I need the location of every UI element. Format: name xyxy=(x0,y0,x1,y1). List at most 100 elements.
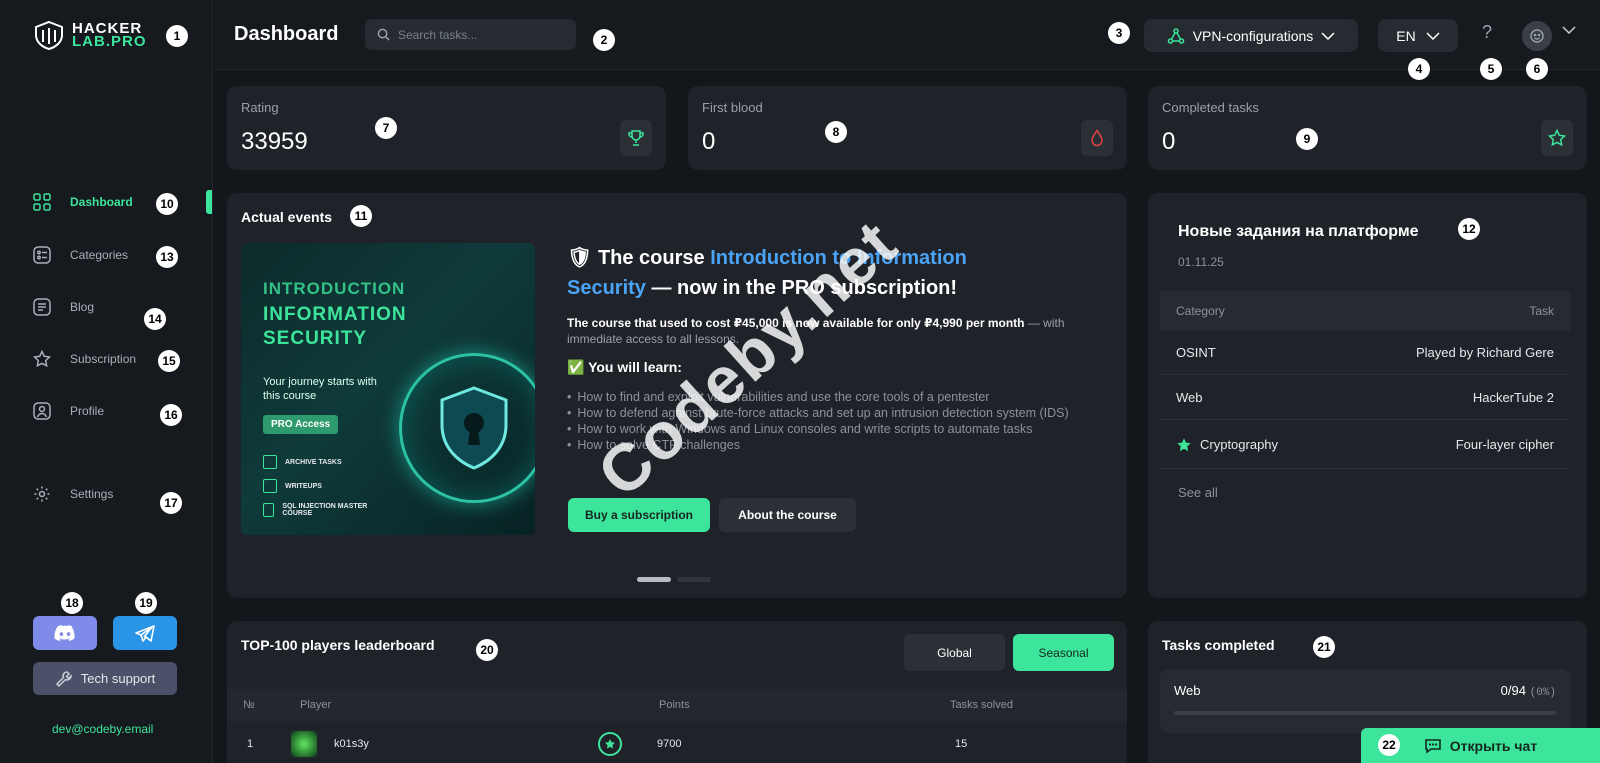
annotation-badge: 19 xyxy=(135,592,157,614)
gear-icon xyxy=(32,484,52,504)
telegram-button[interactable] xyxy=(113,616,177,650)
annotation-badge: 11 xyxy=(350,205,372,227)
annotation-badge: 1 xyxy=(166,25,188,47)
page-title: Dashboard xyxy=(234,23,339,45)
actual-events-card: Actual events INTRODUCTION INFORMATION S… xyxy=(227,193,1127,598)
see-all-link[interactable]: See all xyxy=(1178,485,1218,500)
logo[interactable]: HACKER LAB.PRO xyxy=(32,20,147,50)
language-dropdown[interactable]: EN xyxy=(1378,19,1458,52)
annotation-badge: 15 xyxy=(158,350,180,372)
annotation-badge: 9 xyxy=(1296,128,1318,150)
sidebar-item-profile[interactable]: Profile xyxy=(32,401,104,421)
annotation-badge: 3 xyxy=(1108,22,1130,44)
list-item: How to work with Windows and Linux conso… xyxy=(567,421,1087,437)
table-row[interactable]: 1 k01s3y 9700 15 xyxy=(227,721,1127,763)
star-icon xyxy=(1541,120,1573,156)
subscription-star-icon xyxy=(598,732,622,756)
progress-bar xyxy=(1174,711,1556,715)
sidebar-item-label: Blog xyxy=(70,300,95,314)
tab-seasonal[interactable]: Seasonal xyxy=(1013,634,1114,671)
avatar[interactable] xyxy=(1522,21,1552,51)
completed-tasks-label: Completed tasks xyxy=(1162,100,1259,115)
blood-drop-icon xyxy=(1081,120,1113,156)
promo-tagline: Your journey starts with this course xyxy=(263,376,377,402)
discord-icon xyxy=(54,625,75,641)
buy-subscription-button[interactable]: Buy a subscription xyxy=(568,498,710,532)
annotation-badge: 12 xyxy=(1458,218,1480,240)
player-avatar xyxy=(291,731,317,757)
first-blood-label: First blood xyxy=(702,100,763,115)
category-progress-card[interactable]: Web 0/94 (0%) xyxy=(1160,669,1570,733)
vpn-label: VPN-configurations xyxy=(1192,27,1314,44)
table-row[interactable]: Web HackerTube 2 xyxy=(1160,376,1570,420)
active-indicator xyxy=(206,190,212,214)
search-input[interactable] xyxy=(398,27,568,42)
sidebar-item-subscription[interactable]: Subscription xyxy=(32,349,136,369)
chevron-down-icon xyxy=(1321,31,1335,40)
completed-tasks-value: 0 xyxy=(1162,128,1176,155)
annotation-badge: 16 xyxy=(160,404,182,426)
network-icon xyxy=(1167,27,1184,44)
actual-events-title: Actual events xyxy=(241,209,333,225)
table-row[interactable]: OSINT Played by Richard Gere xyxy=(1160,331,1570,375)
progress-category: Web xyxy=(1174,683,1201,698)
about-course-button[interactable]: About the course xyxy=(719,498,856,532)
rating-label: Rating xyxy=(241,100,279,115)
sidebar-item-blog[interactable]: Blog xyxy=(32,297,94,317)
user-icon xyxy=(32,401,52,421)
shield-lock-icon xyxy=(399,353,535,503)
help-icon[interactable]: ? xyxy=(1482,22,1492,43)
promo-item: WRITEUPS xyxy=(263,479,322,493)
annotation-badge: 10 xyxy=(156,193,178,215)
annotation-badge: 21 xyxy=(1313,636,1335,658)
list-item: How to find and exploit vulnerabilities … xyxy=(567,389,1087,405)
support-email[interactable]: dev@codeby.email xyxy=(52,722,153,736)
table-row[interactable]: Cryptography Four-layer cipher xyxy=(1160,421,1570,469)
sidebar-item-label: Settings xyxy=(70,487,114,501)
leaderboard-header: № Player Points Tasks solved xyxy=(227,689,1127,721)
promo-line2: INFORMATION SECURITY xyxy=(263,304,407,349)
leaderboard-card: TOP-100 players leaderboard Global Seaso… xyxy=(227,621,1127,763)
sidebar-item-settings[interactable]: Settings xyxy=(32,484,113,504)
search-icon xyxy=(377,28,390,41)
event-headline: 🛡 The course Introduction to Information… xyxy=(567,247,967,299)
course-promo-image[interactable]: INTRODUCTION INFORMATION SECURITY Your j… xyxy=(241,243,535,535)
vpn-configurations-dropdown[interactable]: VPN-configurations xyxy=(1144,19,1358,52)
wrench-icon xyxy=(55,670,72,687)
star-icon xyxy=(32,349,52,369)
discord-button[interactable] xyxy=(33,616,97,650)
annotation-badge: 13 xyxy=(156,246,178,268)
tech-support-label: Tech support xyxy=(80,671,156,686)
carousel-dot[interactable] xyxy=(637,577,671,582)
sidebar-item-categories[interactable]: Categories xyxy=(32,245,128,265)
annotation-badge: 22 xyxy=(1378,734,1400,756)
annotation-badge: 6 xyxy=(1526,58,1548,80)
annotation-badge: 5 xyxy=(1480,58,1502,80)
sidebar-item-label: Subscription xyxy=(70,352,137,366)
chevron-down-icon[interactable] xyxy=(1562,26,1576,34)
carousel-dots xyxy=(637,577,711,582)
progress-percent: (0%) xyxy=(1529,687,1556,699)
sidebar-item-label: Dashboard xyxy=(70,195,133,209)
first-blood-card: First blood 0 xyxy=(688,86,1127,170)
annotation-badge: 14 xyxy=(144,308,166,330)
sidebar-item-dashboard[interactable]: Dashboard xyxy=(32,192,133,212)
sidebar-item-label: Categories xyxy=(70,248,129,262)
event-subtitle: The course that used to cost ₽45,000 is … xyxy=(567,316,1065,346)
annotation-badge: 20 xyxy=(476,639,498,661)
search-box[interactable] xyxy=(365,19,576,50)
annotation-badge: 4 xyxy=(1408,58,1430,80)
annotation-badge: 2 xyxy=(593,29,615,51)
rating-value: 33959 xyxy=(241,128,308,155)
blog-icon xyxy=(32,297,52,317)
annotation-badge: 8 xyxy=(825,121,847,143)
promo-item: ARCHIVE TASKS xyxy=(263,455,342,469)
file-icon xyxy=(263,479,277,493)
list-item: How to solve CTF challenges xyxy=(567,437,1087,453)
tech-support-button[interactable]: Tech support xyxy=(33,662,177,695)
tasks-completed-title: Tasks completed xyxy=(1162,637,1275,653)
grid-icon xyxy=(32,192,52,212)
file-icon xyxy=(263,503,275,517)
carousel-dot[interactable] xyxy=(677,577,711,582)
tab-global[interactable]: Global xyxy=(904,634,1005,671)
